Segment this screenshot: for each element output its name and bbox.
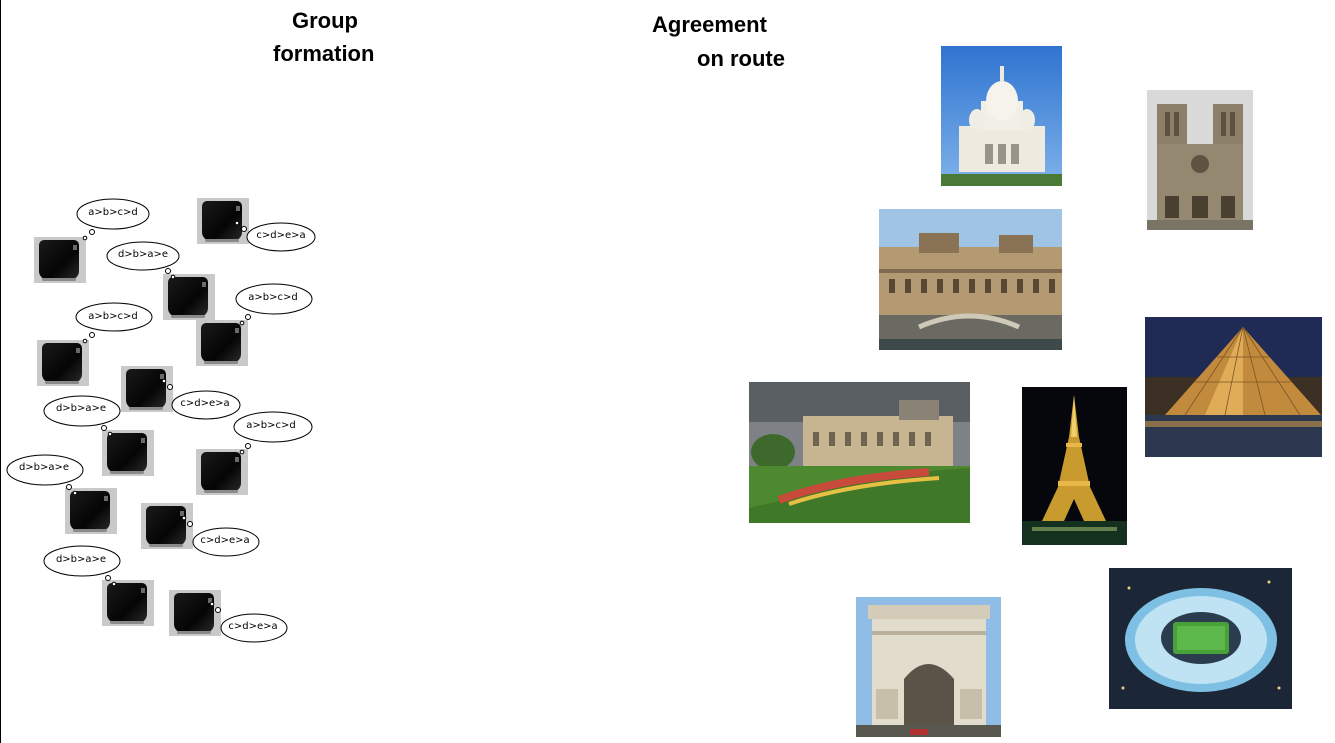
robot-icon	[197, 198, 249, 244]
preference-thought-bubble: c>d>e>a	[181, 515, 270, 562]
preference-thought-bubble: c>d>e>a	[234, 220, 326, 257]
preference-text: d>b>a>e	[117, 249, 169, 260]
preference-text: c>d>e>a	[180, 398, 230, 409]
preference-thought-bubble: a>b>c>d	[235, 283, 314, 326]
preference-text: a>b>c>d	[248, 292, 298, 303]
preference-thought-bubble: a>b>c>d	[76, 198, 154, 241]
preference-text: a>b>c>d	[88, 207, 138, 218]
louvre-pyramid-photo	[1145, 317, 1322, 457]
robot-icon	[141, 503, 193, 549]
preference-text: c>d>e>a	[256, 230, 306, 241]
preference-text: d>b>a>e	[55, 403, 107, 414]
robot-icon	[37, 340, 89, 386]
preference-thought-bubble: c>d>e>a	[209, 601, 298, 648]
eiffel-tower-photo	[1022, 387, 1127, 545]
robot-icon	[163, 274, 215, 320]
preference-text: c>d>e>a	[228, 621, 278, 632]
group-formation-title-line1: Group	[292, 8, 358, 33]
preference-thought-bubble: d>b>a>e	[106, 240, 184, 280]
preference-text: d>b>a>e	[18, 462, 70, 473]
notre-dame-photo	[1147, 90, 1253, 230]
agreement-title-line2: on route	[697, 46, 785, 71]
preference-text: a>b>c>d	[88, 311, 138, 322]
preference-thought-bubble: a>b>c>d	[75, 302, 154, 344]
robot-icon	[65, 488, 117, 534]
stade-de-france-photo	[1109, 568, 1292, 709]
group-formation-title-line2: formation	[273, 41, 375, 66]
preference-text: c>d>e>a	[200, 535, 250, 546]
robot-icon	[121, 366, 173, 412]
musee-orsay-photo	[879, 209, 1062, 350]
preference-text: a>b>c>d	[246, 420, 296, 431]
robot-icon	[102, 430, 154, 476]
robot-icon	[196, 449, 248, 495]
preference-thought-bubble: a>b>c>d	[233, 411, 313, 455]
sacre-coeur-photo	[941, 46, 1062, 186]
left-border	[0, 0, 1, 743]
luxembourg-palace-photo	[749, 382, 970, 523]
arc-de-triomphe-photo	[856, 597, 1001, 737]
preference-thought-bubble: d>b>a>e	[43, 394, 122, 437]
robot-icon	[169, 590, 221, 636]
agreement-title-line1: Agreement	[652, 12, 767, 37]
robot-icon	[34, 237, 86, 283]
preference-text: d>b>a>e	[55, 554, 107, 565]
robot-icon	[102, 580, 154, 626]
robot-icon	[196, 320, 248, 366]
preference-thought-bubble: d>b>a>e	[6, 453, 85, 496]
preference-thought-bubble: d>b>a>e	[43, 545, 122, 587]
